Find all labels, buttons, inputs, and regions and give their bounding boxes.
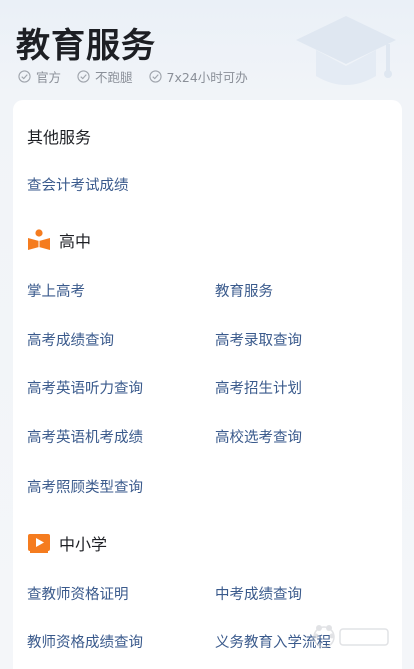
group-title-k12: 中小学 xyxy=(59,535,108,554)
link-education-service[interactable]: 教育服务 xyxy=(215,280,273,301)
link-english-listening[interactable]: 高考英语听力查询 xyxy=(27,377,143,398)
services-card: 其他服务 查会计考试成绩 高中 掌上高考 教育服务 高考成绩查询 高考录取查询 … xyxy=(13,100,402,669)
link-gaokao-admission[interactable]: 高考录取查询 xyxy=(215,329,302,350)
link-english-computer-exam[interactable]: 高考英语机考成绩 xyxy=(27,426,143,447)
tag-official: 官方 xyxy=(18,67,61,86)
book-reader-icon xyxy=(28,229,50,250)
link-college-subject-selection[interactable]: 高校选考查询 xyxy=(215,426,302,447)
tag-label: 7x24小时可办 xyxy=(166,70,248,85)
service-tags: 官方 不跑腿 7x24小时可办 xyxy=(18,67,248,86)
link-zhangshang-gaokao[interactable]: 掌上高考 xyxy=(27,280,85,301)
page-title: 教育服务 xyxy=(16,26,156,66)
link-enrollment-plan[interactable]: 高考招生计划 xyxy=(215,377,302,398)
link-accounting-exam-score[interactable]: 查会计考试成绩 xyxy=(27,174,129,195)
group-head-k12: 中小学 xyxy=(27,531,107,555)
link-special-care-type[interactable]: 高考照顾类型查询 xyxy=(27,476,143,497)
check-circle-icon xyxy=(77,70,90,83)
check-circle-icon xyxy=(148,70,162,83)
check-circle-icon xyxy=(18,70,31,83)
tag-label: 不跑腿 xyxy=(95,70,133,85)
group-title-high-school: 高中 xyxy=(59,232,92,251)
tag-24h: 7x24小时可办 xyxy=(148,67,248,86)
page: 教育服务 官方 不跑腿 7x24小时可办 其他服务 查会计考试成绩 高中 掌上高… xyxy=(0,0,414,669)
link-teacher-cert-score[interactable]: 教师资格成绩查询 xyxy=(27,631,143,652)
graduation-cap-icon xyxy=(296,16,396,85)
link-gaokao-score[interactable]: 高考成绩查询 xyxy=(27,329,114,350)
link-zhongkao-score[interactable]: 中考成绩查询 xyxy=(215,583,302,604)
watermark-logo xyxy=(313,625,389,648)
group-head-high-school: 高中 xyxy=(27,228,91,252)
link-teacher-cert-proof[interactable]: 查教师资格证明 xyxy=(27,583,129,604)
tag-no-travel: 不跑腿 xyxy=(77,67,133,86)
section-title-other: 其他服务 xyxy=(27,128,92,147)
tag-label: 官方 xyxy=(36,70,62,85)
video-play-icon xyxy=(28,534,50,553)
